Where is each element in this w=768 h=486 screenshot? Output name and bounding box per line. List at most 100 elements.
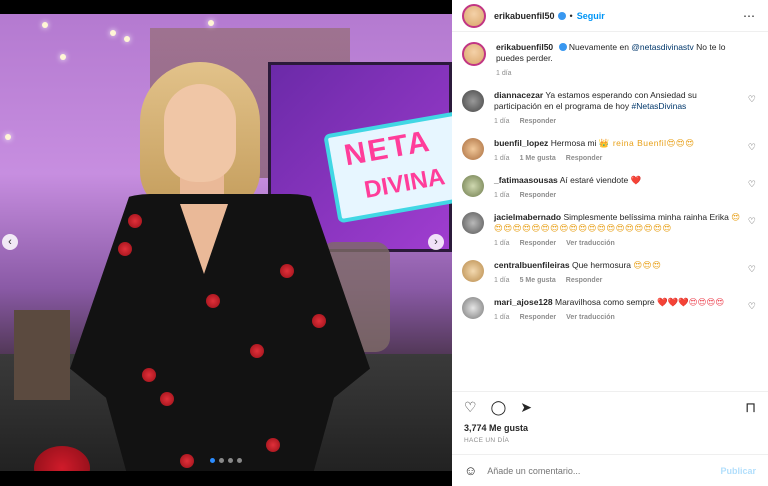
bookmark-icon[interactable]: ⊓	[745, 399, 756, 416]
dress-rose	[142, 368, 156, 382]
comments-list: erikabuenfil50 Nuevamente en @netasdivin…	[452, 32, 768, 391]
comment-time[interactable]: 1 día	[494, 155, 510, 162]
dress-rose	[280, 264, 294, 278]
dress-rose	[312, 314, 326, 328]
carousel-dot	[237, 458, 242, 463]
post-header: erikabuenfil50 • Seguir ⋯	[452, 0, 768, 32]
post-media: NETA DIVINA ‹ ›	[0, 0, 452, 486]
comment-emoji: 😍😍😍	[633, 260, 662, 270]
verified-icon	[557, 11, 566, 20]
caption-text-pre: Nuevamente en	[568, 42, 632, 52]
comment-username[interactable]: jacielmabernado	[494, 212, 561, 222]
chevron-right-icon: ›	[434, 236, 438, 248]
comment-username[interactable]: centralbuenfileiras	[494, 260, 570, 270]
heart-icon[interactable]: ♡	[748, 142, 756, 153]
comment-item: centralbuenfileiras Que hermosura 😍😍😍 1 …	[462, 260, 756, 284]
comment-item: mari_ajose128 Maravilhosa como sempre ❤️…	[462, 297, 756, 321]
comment-input[interactable]	[487, 465, 721, 476]
comment-text: Simplesmente belíssima minha rainha Erik…	[563, 212, 732, 222]
post-sidebar: erikabuenfil50 • Seguir ⋯ erikabuenfil50…	[452, 0, 768, 486]
dress-rose	[160, 392, 174, 406]
heart-icon[interactable]: ♡	[748, 301, 756, 312]
comment-text: Que hermosura	[571, 260, 634, 270]
comment-username[interactable]: buenfil_lopez	[494, 138, 548, 148]
next-image-button[interactable]: ›	[428, 234, 444, 250]
comment-username[interactable]: mari_ajose128	[494, 297, 553, 307]
comment-emoji: 👑 reina Buenfil😍😍😍	[598, 138, 695, 148]
caption-mention[interactable]: @netasdivinastv	[631, 42, 694, 52]
verified-icon	[558, 43, 567, 51]
dress-neckline	[180, 204, 228, 274]
caption-username[interactable]: erikabuenfil50	[496, 42, 553, 52]
share-icon[interactable]: ➤	[520, 399, 532, 416]
likes-count[interactable]: 3,774 Me gusta	[452, 423, 768, 433]
post-modal: NETA DIVINA ‹ › erikabuenfil50 • Seguir …	[0, 0, 768, 486]
reply-button[interactable]: Responder	[520, 314, 557, 321]
comment-item: jacielmabernado Simplesmente belíssima m…	[462, 212, 756, 247]
heart-icon[interactable]: ♡	[748, 216, 756, 227]
comment-time[interactable]: 1 día	[494, 240, 510, 247]
follow-button[interactable]: Seguir	[577, 11, 605, 21]
comment-emoji: ❤️❤️❤️😍😍😍😍	[657, 297, 725, 307]
add-comment-bar: ☺ Publicar	[452, 454, 768, 486]
woman-face	[164, 84, 236, 182]
comment-text: Aí estaré viendote	[559, 175, 631, 185]
comment-username[interactable]: _fatimaasousas	[494, 175, 558, 185]
publish-button[interactable]: Publicar	[720, 466, 756, 476]
comment-time[interactable]: 1 día	[494, 314, 510, 321]
comment-likes[interactable]: 1 Me gusta	[520, 155, 556, 162]
post-date[interactable]: HACE UN DÍA	[452, 433, 768, 444]
commenter-avatar[interactable]	[462, 297, 484, 319]
side-table	[14, 310, 70, 400]
reply-button[interactable]: Responder	[566, 155, 603, 162]
emoji-icon[interactable]: ☺	[464, 463, 477, 478]
dress-rose	[118, 242, 132, 256]
comment-likes[interactable]: 5 Me gusta	[520, 277, 556, 284]
carousel-dots	[0, 458, 452, 463]
caption-time[interactable]: 1 día	[496, 70, 512, 77]
chevron-left-icon: ‹	[8, 236, 12, 248]
carousel-dot	[210, 458, 215, 463]
comment-emoji: ❤️	[630, 175, 642, 185]
translate-button[interactable]: Ver traducción	[566, 314, 615, 321]
commenter-avatar[interactable]	[462, 212, 484, 234]
comment-text: Hermosa mi	[550, 138, 599, 148]
author-avatar[interactable]	[462, 3, 486, 28]
post-photo: NETA DIVINA	[0, 14, 452, 471]
heart-icon[interactable]: ♡	[748, 94, 756, 105]
dress-rose	[250, 344, 264, 358]
caption: erikabuenfil50 Nuevamente en @netasdivin…	[462, 42, 756, 77]
more-options-icon[interactable]: ⋯	[743, 9, 756, 23]
translate-button[interactable]: Ver traducción	[566, 240, 615, 247]
reply-button[interactable]: Responder	[520, 240, 557, 247]
reply-button[interactable]: Responder	[520, 118, 557, 125]
dress-rose	[128, 214, 142, 228]
comment-item: diannacezar Ya estamos esperando con Ans…	[462, 90, 756, 125]
like-icon[interactable]: ♡	[464, 399, 477, 416]
comment-username[interactable]: diannacezar	[494, 90, 543, 100]
comment-hashtag[interactable]: #NetasDivinas	[632, 101, 687, 111]
commenter-avatar[interactable]	[462, 175, 484, 197]
reply-button[interactable]: Responder	[566, 277, 603, 284]
heart-icon[interactable]: ♡	[748, 179, 756, 190]
carousel-dot	[228, 458, 233, 463]
heart-icon[interactable]: ♡	[748, 264, 756, 275]
comment-item: _fatimaasousas Aí estaré viendote ❤️ 1 d…	[462, 175, 756, 199]
dress-rose	[266, 438, 280, 452]
post-actions: ♡ ◯ ➤ ⊓	[452, 391, 768, 423]
carousel-dot	[219, 458, 224, 463]
author-avatar[interactable]	[462, 42, 486, 66]
author-username[interactable]: erikabuenfil50	[494, 11, 555, 21]
commenter-avatar[interactable]	[462, 90, 484, 112]
comment-time[interactable]: 1 día	[494, 277, 510, 284]
prev-image-button[interactable]: ‹	[2, 234, 18, 250]
dress-rose	[206, 294, 220, 308]
comment-text: Maravilhosa como sempre	[554, 297, 658, 307]
commenter-avatar[interactable]	[462, 138, 484, 160]
commenter-avatar[interactable]	[462, 260, 484, 282]
comment-time[interactable]: 1 día	[494, 118, 510, 125]
comment-icon[interactable]: ◯	[491, 399, 507, 416]
reply-button[interactable]: Responder	[520, 192, 557, 199]
comment-time[interactable]: 1 día	[494, 192, 510, 199]
comment-item: buenfil_lopez Hermosa mi 👑 reina Buenfil…	[462, 138, 756, 162]
